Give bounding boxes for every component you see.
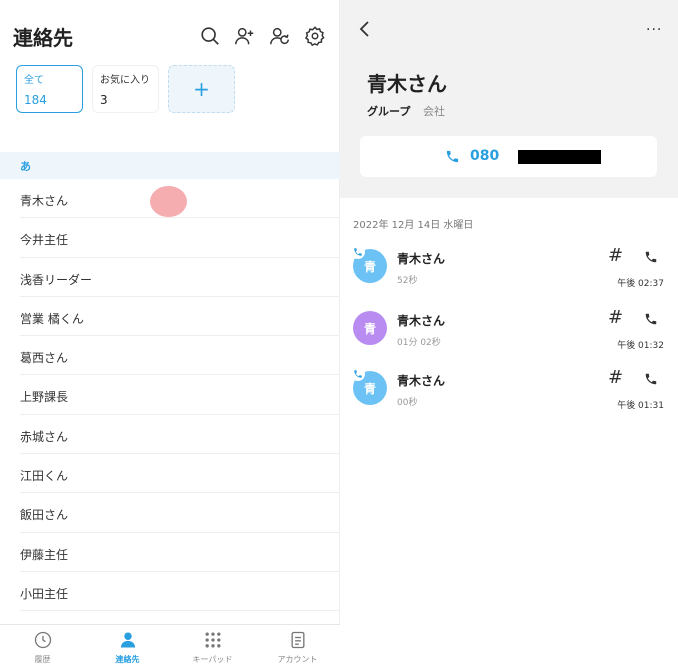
group-card-favorites[interactable]: お気に入り 3: [92, 65, 159, 113]
tab-label: アカウント: [277, 655, 318, 664]
tab-bar: 履歴 連絡先 キーパッド アカウント: [0, 624, 340, 667]
contact-name: 江田くん: [20, 469, 69, 484]
call-type-badge: [351, 367, 365, 381]
call-history-row[interactable]: 青 青木さん 00秒 # 午後 01:31: [340, 362, 678, 418]
phone-icon: [645, 251, 657, 263]
contact-name: 今井主任: [20, 233, 69, 248]
contact-name: 飯田さん: [20, 508, 69, 523]
group-card-all[interactable]: 全て 184: [16, 65, 83, 113]
hash-button[interactable]: #: [608, 307, 623, 328]
call-duration: 01分 02秒: [397, 338, 441, 348]
add-group-button[interactable]: +: [168, 65, 235, 113]
contact-row[interactable]: 飯田さん: [0, 493, 340, 533]
group-cards: 全て 184 お気に入り 3 +: [16, 65, 235, 113]
call-time: 午後 02:37: [617, 279, 664, 289]
avatar: 青: [353, 311, 387, 345]
contact-name: 青木さん: [20, 194, 69, 208]
phone-incoming-icon: [354, 370, 362, 378]
section-letter: あ: [20, 160, 31, 173]
tab-label: 履歴: [34, 655, 51, 664]
group-card-count: 184: [24, 93, 47, 107]
redaction-bar: [518, 150, 601, 164]
tab-contacts[interactable]: 連絡先: [85, 625, 170, 667]
call-button[interactable]: [644, 249, 658, 263]
contacts-header: 連絡先: [0, 0, 340, 60]
call-phone-button[interactable]: 080: [360, 136, 657, 177]
gear-icon[interactable]: [304, 25, 326, 47]
tab-history[interactable]: 履歴: [0, 625, 85, 667]
call-time: 午後 01:32: [617, 341, 664, 351]
call-button[interactable]: [644, 311, 658, 325]
phone-incoming-icon: [354, 248, 362, 256]
contact-row[interactable]: 今井主任: [0, 218, 340, 258]
group-card-label: お気に入り: [100, 75, 150, 86]
call-type-badge: [351, 245, 365, 259]
contact-row[interactable]: 営業 橘くん: [0, 297, 340, 337]
group-value: 会社: [423, 105, 445, 118]
contact-name: 小田主任: [20, 586, 69, 601]
detail-header: ··· 青木さん グループ 会社 080: [340, 0, 678, 198]
contact-name: 上野課長: [20, 390, 69, 405]
contact-name: 伊藤主任: [20, 547, 69, 562]
contact-name: 赤城さん: [20, 429, 69, 444]
search-icon[interactable]: [199, 25, 221, 47]
phone-icon: [645, 313, 657, 325]
page-title: 連絡先: [13, 26, 73, 50]
contact-row[interactable]: 小田主任: [0, 572, 340, 612]
tab-label: 連絡先: [115, 655, 140, 664]
call-duration: 52秒: [397, 276, 418, 286]
contact-row[interactable]: 伊藤主任: [0, 533, 340, 572]
history-date: 2022年 12月 14日 水曜日: [353, 220, 474, 231]
contact-row[interactable]: 江田くん: [0, 454, 340, 494]
call-history-row[interactable]: 青 青木さん 52秒 # 午後 02:37: [340, 240, 678, 296]
person-icon: [120, 632, 135, 648]
tab-keypad[interactable]: キーパッド: [170, 625, 255, 667]
hash-button[interactable]: #: [608, 245, 623, 266]
contact-name: 営業 橘くん: [20, 311, 84, 326]
contact-name: 浅香リーダー: [20, 272, 93, 287]
keypad-icon: [205, 632, 220, 648]
group-card-label: 全て: [24, 75, 44, 86]
sync-contacts-icon[interactable]: [269, 25, 291, 47]
document-icon: [291, 631, 304, 649]
chevron-left-icon: [359, 21, 369, 37]
plus-icon: +: [193, 77, 210, 101]
clock-icon: [34, 631, 51, 649]
contact-name: 葛西さん: [20, 351, 69, 366]
contact-row[interactable]: 葛西さん: [0, 336, 340, 376]
call-duration: 00秒: [397, 398, 418, 408]
section-header: あ: [0, 152, 340, 179]
call-name: 青木さん: [397, 252, 446, 266]
tab-label: キーパッド: [192, 655, 233, 664]
group-label: グループ: [367, 105, 411, 118]
phone-icon: [645, 373, 657, 385]
call-name: 青木さん: [397, 314, 446, 328]
group-card-count: 3: [100, 93, 108, 107]
phone-number: 080: [470, 148, 500, 164]
contact-row[interactable]: 浅香リーダー: [0, 258, 340, 297]
contact-name-title: 青木さん: [367, 72, 447, 96]
app-root: 連絡先 全て 184 お気に入り 3 + あ 青木さん 今井主任 浅香リーダー …: [0, 0, 678, 667]
call-time: 午後 01:31: [617, 401, 664, 411]
add-contact-icon[interactable]: [234, 25, 256, 47]
call-name: 青木さん: [397, 374, 446, 388]
call-button[interactable]: [644, 371, 658, 385]
back-button[interactable]: [358, 20, 372, 38]
call-history-row[interactable]: 青 青木さん 01分 02秒 # 午後 01:32: [340, 302, 678, 358]
touch-indicator: [150, 186, 187, 217]
contact-row[interactable]: 上野課長: [0, 375, 340, 415]
hash-button[interactable]: #: [608, 367, 623, 388]
contacts-pane: 連絡先 全て 184 お気に入り 3 + あ 青木さん 今井主任 浅香リーダー …: [0, 0, 340, 667]
phone-icon: [446, 150, 459, 163]
more-options-button[interactable]: ···: [646, 22, 662, 38]
contact-detail-pane: ··· 青木さん グループ 会社 080 2022年 12月 14日 水曜日 青…: [340, 0, 678, 667]
divider: [20, 610, 340, 612]
tab-account[interactable]: アカウント: [255, 625, 340, 667]
contact-list: 青木さん 今井主任 浅香リーダー 営業 橘くん 葛西さん 上野課長 赤城さん 江…: [0, 179, 340, 612]
contact-row[interactable]: 赤城さん: [0, 415, 340, 455]
